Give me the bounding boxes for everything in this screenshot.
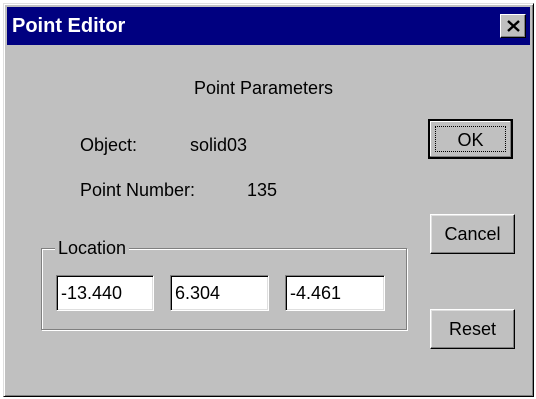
close-button[interactable] bbox=[500, 14, 526, 38]
cancel-button-label: Cancel bbox=[444, 224, 501, 244]
object-label: Object: bbox=[80, 135, 138, 155]
window-title: Point Editor bbox=[12, 15, 126, 37]
location-y-field[interactable] bbox=[170, 275, 269, 311]
location-z-field[interactable] bbox=[285, 275, 385, 311]
point-editor-window: Point Editor Point Parameters Object: so… bbox=[3, 3, 534, 397]
title-bar[interactable]: Point Editor bbox=[7, 7, 530, 45]
reset-button[interactable]: Reset bbox=[430, 309, 515, 349]
close-icon bbox=[507, 20, 520, 32]
reset-button-label: Reset bbox=[448, 319, 497, 339]
ok-button[interactable]: OK bbox=[428, 119, 513, 159]
location-x-field[interactable] bbox=[56, 275, 154, 311]
object-value: solid03 bbox=[190, 135, 248, 155]
ok-button-label: OK bbox=[457, 130, 484, 150]
location-group-label: Location bbox=[55, 237, 130, 259]
point-number-label: Point Number: bbox=[80, 180, 196, 200]
cancel-button[interactable]: Cancel bbox=[430, 214, 515, 254]
ok-focus-rect: OK bbox=[435, 126, 506, 152]
dialog-heading: Point Parameters bbox=[194, 78, 334, 98]
point-number-value: 135 bbox=[247, 180, 278, 200]
